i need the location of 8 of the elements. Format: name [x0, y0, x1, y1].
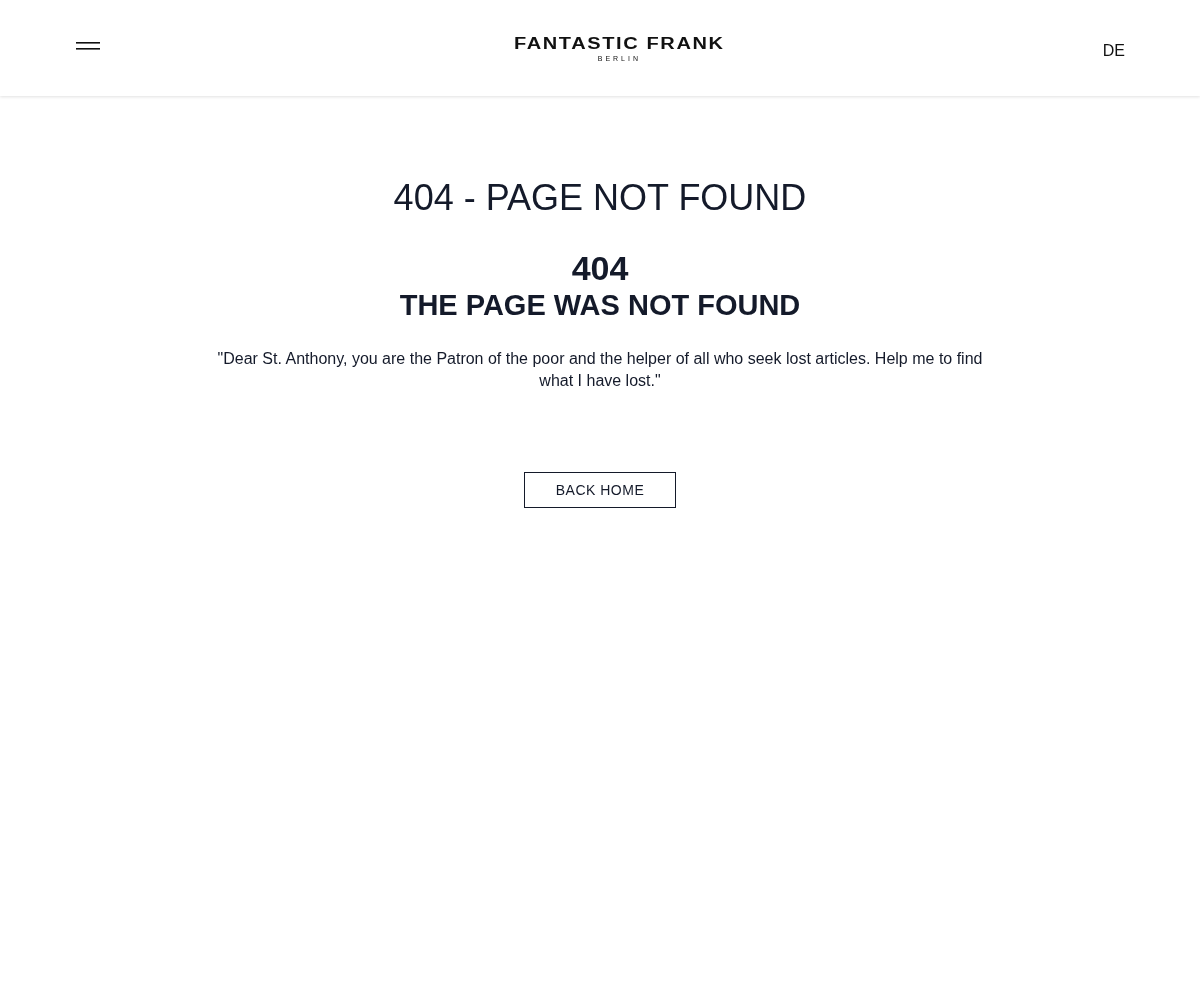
back-home-button[interactable]: BACK HOME — [524, 472, 676, 508]
page-title: 404 - PAGE NOT FOUND — [393, 176, 807, 220]
menu-icon[interactable] — [76, 41, 100, 51]
error-heading: THE PAGE WAS NOT FOUND — [399, 288, 801, 322]
error-code: 404 — [571, 248, 629, 288]
logo-text[interactable]: FANTASTIC FRANK — [514, 36, 725, 52]
quote-text: "Dear St. Anthony, you are the Patron of the poor and the helper of all who seek lost articles. Help me to find what I have lost." — [216, 349, 984, 391]
language-link[interactable]: DE — [1102, 42, 1125, 60]
